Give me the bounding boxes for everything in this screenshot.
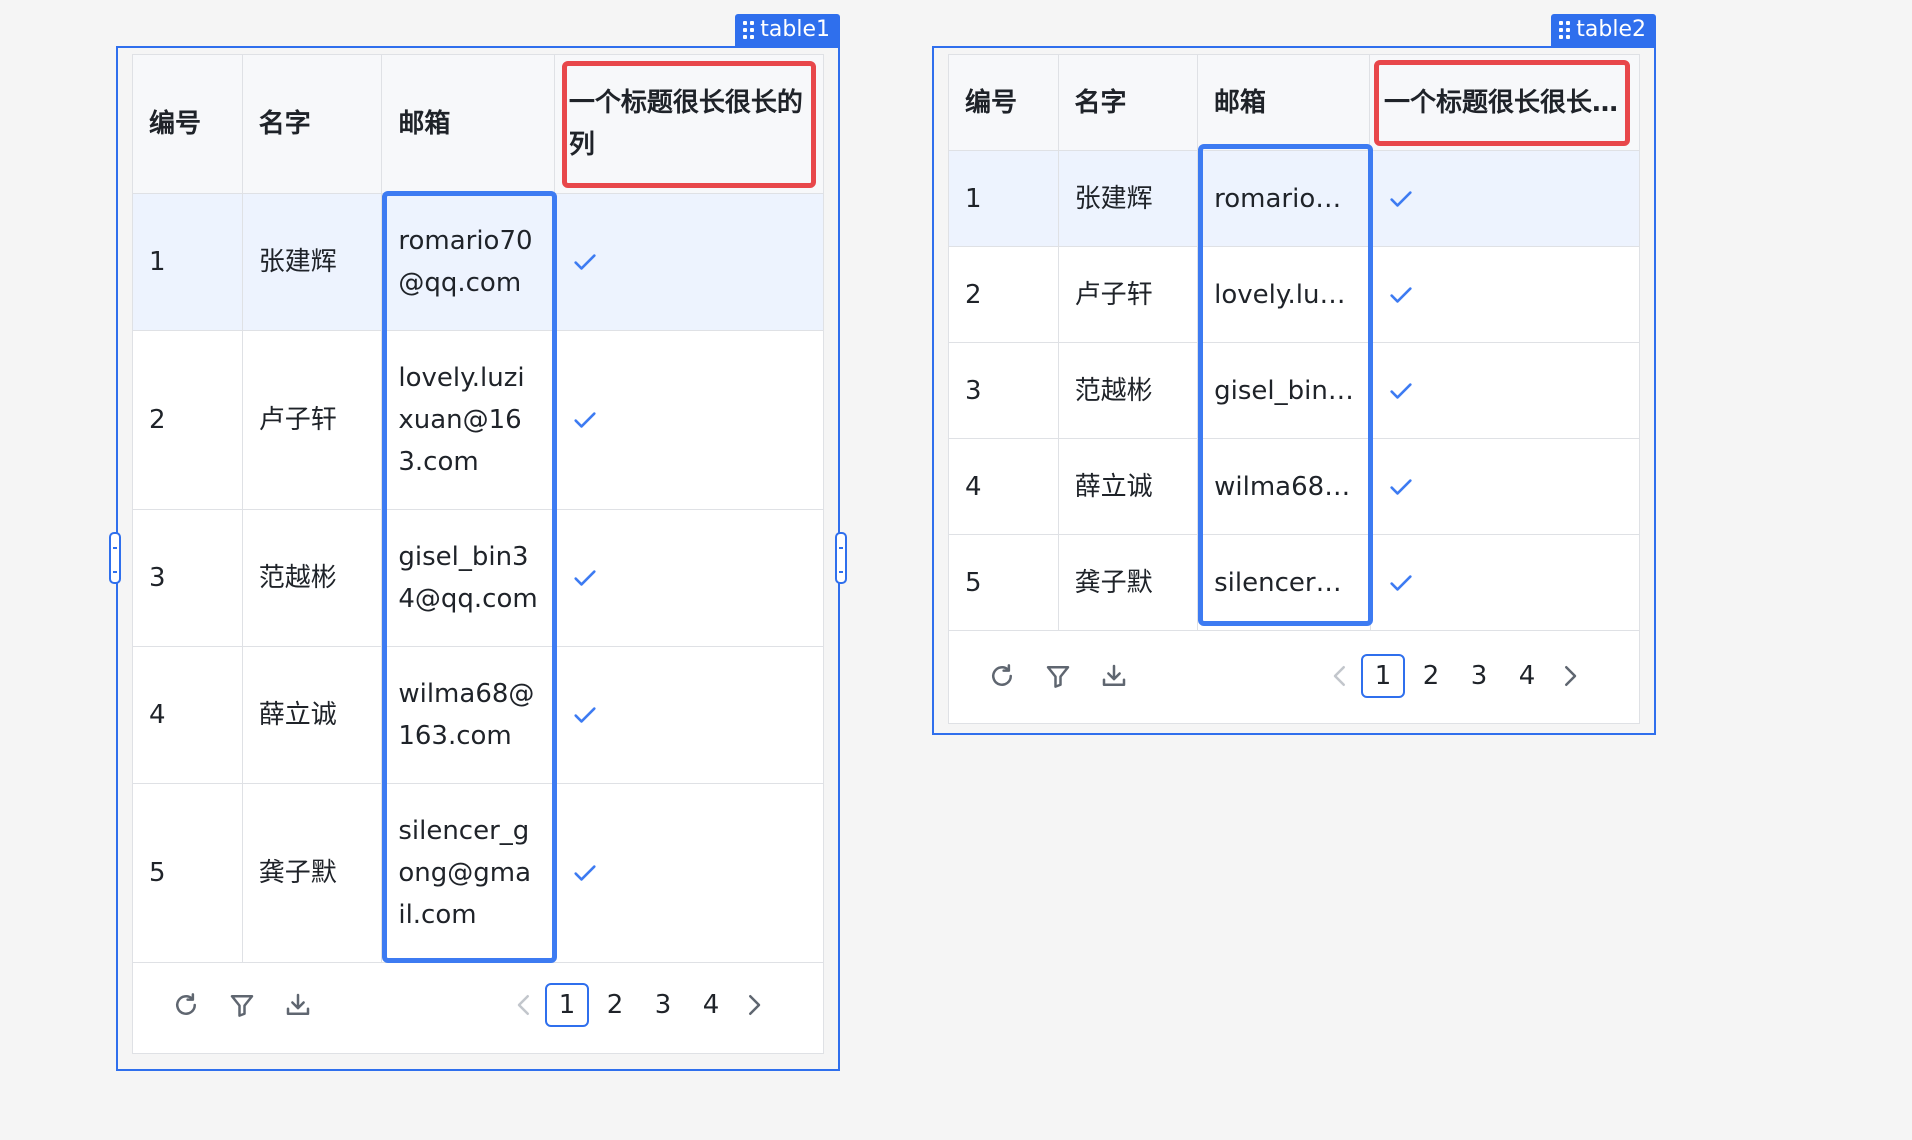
chevron-right-icon[interactable] (1555, 661, 1585, 691)
cell-flag (1371, 343, 1639, 438)
cell-name: 范越彬 (1059, 343, 1199, 438)
cell-id: 4 (949, 439, 1059, 534)
cell-flag (1371, 535, 1639, 630)
resize-handle-right[interactable] (835, 532, 847, 584)
cell-id: 2 (949, 247, 1059, 342)
page-2-button[interactable]: 2 (593, 983, 637, 1027)
drag-handle-icon[interactable] (743, 21, 755, 39)
cell-name: 卢子轩 (243, 331, 383, 509)
check-icon (574, 570, 596, 586)
check-icon (574, 865, 596, 881)
chevron-left-icon[interactable] (509, 990, 539, 1020)
page-4-button[interactable]: 4 (1505, 654, 1549, 698)
drag-handle-icon[interactable] (1559, 21, 1571, 39)
check-icon (1390, 190, 1412, 207)
table2-widget[interactable]: table2 编号 名字 邮箱 一个标题很长很长的列 1 张建辉 romario… (932, 14, 1656, 735)
check-icon (574, 254, 596, 270)
email-column-highlight-box (1198, 144, 1373, 626)
cell-flag (555, 331, 823, 509)
email-column-highlight-box (382, 191, 557, 963)
pagination: 1 2 3 4 (509, 983, 769, 1027)
check-icon (574, 412, 596, 428)
cell-name: 薛立诚 (1059, 439, 1199, 534)
cell-flag (555, 784, 823, 962)
cell-id: 3 (949, 343, 1059, 438)
column-header-email[interactable]: 邮箱 (382, 55, 555, 193)
page-4-button[interactable]: 4 (689, 983, 733, 1027)
cell-flag (555, 194, 823, 330)
cell-flag (555, 647, 823, 783)
cell-id: 4 (133, 647, 243, 783)
cell-name: 范越彬 (243, 510, 383, 646)
cell-id: 2 (133, 331, 243, 509)
header-highlight-box (562, 61, 816, 188)
download-icon[interactable] (283, 990, 313, 1020)
cell-name: 张建辉 (243, 194, 383, 330)
pagination: 1 2 3 4 (1325, 654, 1585, 698)
download-icon[interactable] (1099, 661, 1129, 691)
header-highlight-box (1374, 60, 1630, 146)
check-icon (574, 707, 596, 723)
table1-widget[interactable]: table1 编号 名字 邮箱 一个标题很长很长的列 1 张建辉 romario… (109, 14, 847, 1071)
resize-handle-left[interactable] (109, 532, 121, 584)
page-3-button[interactable]: 3 (641, 983, 685, 1027)
check-icon (1390, 574, 1412, 591)
filter-icon[interactable] (227, 990, 257, 1020)
cell-id: 1 (133, 194, 243, 330)
page-3-button[interactable]: 3 (1457, 654, 1501, 698)
table-footer: 1 2 3 4 (949, 629, 1639, 723)
cell-id: 5 (949, 535, 1059, 630)
refresh-icon[interactable] (987, 661, 1017, 691)
chevron-right-icon[interactable] (739, 990, 769, 1020)
cell-flag (555, 510, 823, 646)
check-icon (1390, 286, 1412, 303)
column-header-id[interactable]: 编号 (133, 55, 243, 193)
cell-flag (1371, 247, 1639, 342)
table2-tag[interactable]: table2 (1551, 14, 1656, 46)
cell-name: 卢子轩 (1059, 247, 1199, 342)
cell-id: 3 (133, 510, 243, 646)
cell-id: 1 (949, 151, 1059, 246)
page-1-button[interactable]: 1 (1361, 654, 1405, 698)
table1-tag-label: table1 (760, 17, 830, 42)
cell-flag (1371, 151, 1639, 246)
column-header-name[interactable]: 名字 (243, 55, 383, 193)
chevron-left-icon[interactable] (1325, 661, 1355, 691)
column-header-email[interactable]: 邮箱 (1198, 55, 1371, 150)
table-footer: 1 2 3 4 (133, 957, 823, 1053)
cell-name: 龚子默 (243, 784, 383, 962)
page-1-button[interactable]: 1 (545, 983, 589, 1027)
column-header-name[interactable]: 名字 (1059, 55, 1198, 150)
column-header-id[interactable]: 编号 (949, 55, 1059, 150)
cell-id: 5 (133, 784, 243, 962)
table1-tag[interactable]: table1 (735, 14, 840, 46)
page-2-button[interactable]: 2 (1409, 654, 1453, 698)
check-icon (1390, 382, 1412, 399)
cell-name: 龚子默 (1059, 535, 1199, 630)
cell-name: 张建辉 (1059, 151, 1199, 246)
refresh-icon[interactable] (171, 990, 201, 1020)
filter-icon[interactable] (1043, 661, 1073, 691)
cell-flag (1371, 439, 1639, 534)
table2-tag-label: table2 (1576, 17, 1646, 42)
cell-name: 薛立诚 (243, 647, 383, 783)
check-icon (1390, 478, 1412, 495)
